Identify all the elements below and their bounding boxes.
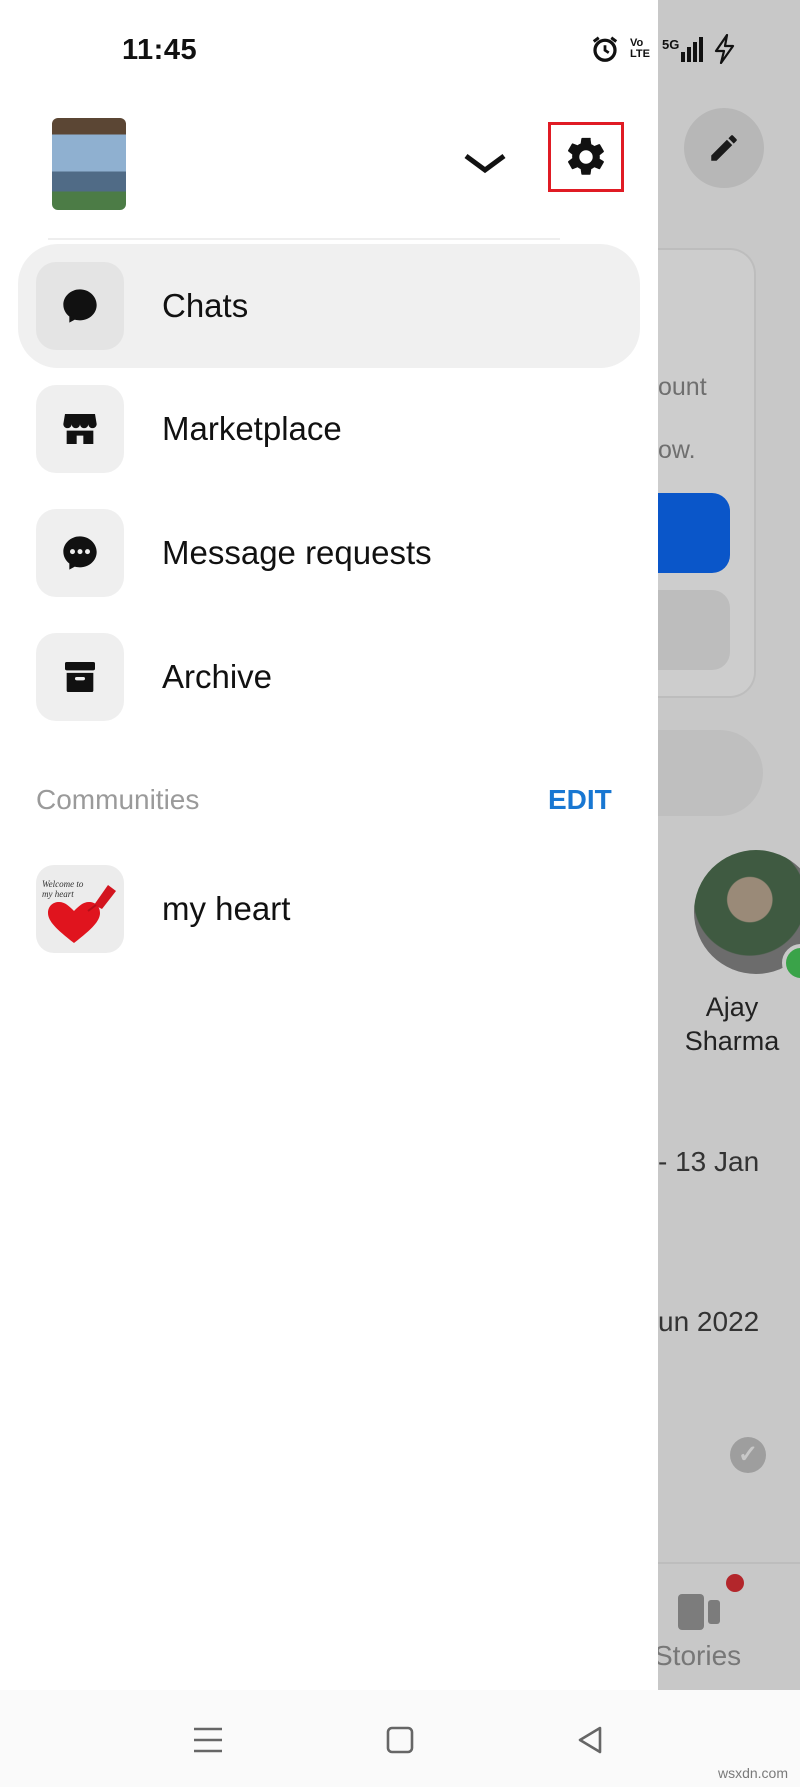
communities-section-title: Communities <box>36 784 200 815</box>
stories-icon <box>678 1594 720 1630</box>
chat-bubble-icon <box>63 289 97 323</box>
menu-item-label: Archive <box>162 658 273 695</box>
network-type-label: 5G <box>662 36 680 52</box>
menu-item-message-requests[interactable]: Message requests <box>18 491 640 615</box>
home-button[interactable] <box>380 1720 420 1760</box>
menu-icon-container <box>36 385 124 473</box>
menu-icon-container <box>36 262 124 350</box>
background-primary-button <box>658 493 730 573</box>
community-thumbnail: Welcome to my heart <box>36 865 124 953</box>
menu-item-label: Message requests <box>162 534 432 571</box>
menu-lines-icon <box>194 1727 222 1753</box>
watermark: wsxdn.com <box>717 1765 788 1781</box>
background-text-fragment: ow. <box>658 436 696 464</box>
profile-divider <box>48 238 560 240</box>
navigation-drawer: Chats Marketplace Message requests Archi… <box>0 0 658 1690</box>
menu-item-label: Chats <box>162 287 249 324</box>
storefront-icon <box>63 414 97 444</box>
home-square-icon <box>386 1726 414 1754</box>
conversation-date: un 2022 <box>658 1306 760 1337</box>
system-navigation-bar: wsxdn.com <box>0 1690 800 1787</box>
menu-item-label: Marketplace <box>162 410 342 447</box>
menu-item-chats[interactable]: Chats <box>18 244 640 368</box>
menu-item-archive[interactable]: Archive <box>18 615 640 739</box>
background-main-screen[interactable]: ount ow. Ajay Sharma - 13 Jan un 2022 ✓ … <box>658 0 800 1690</box>
archive-box-icon <box>65 662 95 692</box>
menu-icon-container <box>36 509 124 597</box>
background-secondary-button <box>658 590 730 670</box>
background-search-bar <box>658 730 763 816</box>
background-tabbar-divider <box>658 1562 800 1564</box>
back-triangle-icon <box>578 1726 602 1754</box>
message-requests-icon <box>63 536 97 570</box>
stories-tab-label: Stories <box>658 1640 742 1671</box>
menu-icon-container <box>36 633 124 721</box>
conversation-date: - 13 Jan <box>658 1146 760 1177</box>
community-name: my heart <box>162 890 291 927</box>
background-text-fragment: ount <box>658 373 707 401</box>
heart-icon <box>48 885 116 943</box>
back-button[interactable] <box>570 1720 610 1760</box>
settings-button[interactable] <box>548 122 624 192</box>
compose-button <box>684 108 764 188</box>
communities-edit-button[interactable]: EDIT <box>548 784 612 816</box>
recent-apps-button[interactable] <box>188 1720 228 1760</box>
account-switcher-button[interactable] <box>462 148 508 178</box>
community-item[interactable]: Welcome to my heart my heart <box>36 864 616 954</box>
menu-item-marketplace[interactable]: Marketplace <box>18 367 640 491</box>
pencil-icon <box>711 135 737 161</box>
read-receipt-check-icon: ✓ <box>730 1437 766 1473</box>
contact-name: Ajay Sharma <box>684 992 780 1056</box>
chevron-down-icon <box>464 153 506 174</box>
charging-icon <box>715 34 735 64</box>
profile-avatar[interactable] <box>52 118 126 210</box>
notification-dot <box>726 1574 744 1592</box>
5g-signal-icon: 5G <box>662 36 704 62</box>
gear-icon <box>568 137 604 175</box>
